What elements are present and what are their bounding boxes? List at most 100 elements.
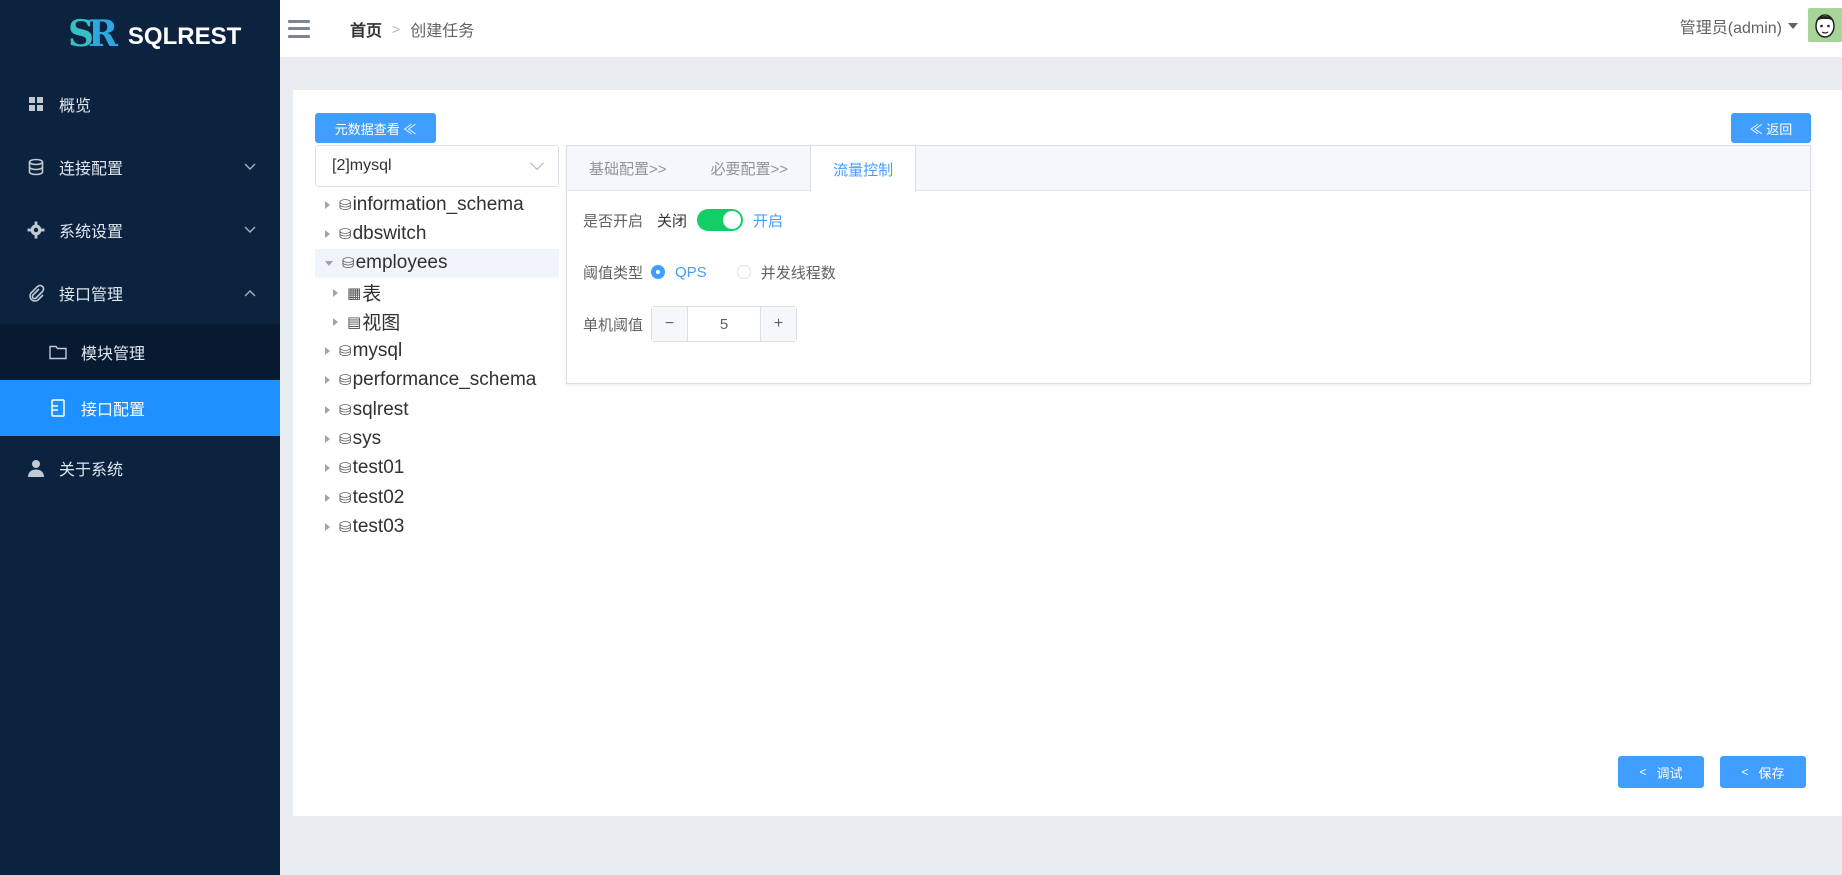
- caret-right-icon: [325, 229, 330, 238]
- enable-row: 是否开启 关闭 开启: [583, 194, 1810, 246]
- caret-right-icon: [325, 493, 330, 502]
- tree-node-label: information_schema: [352, 193, 524, 215]
- decrement-button[interactable]: −: [652, 307, 688, 341]
- sidebar: SR SQLREST 概览 连接配置 系统设置 接口管理 模块管理 接口配置 关…: [0, 0, 280, 875]
- user-menu[interactable]: 管理员(admin): [1680, 14, 1798, 38]
- sidebar-item-connection[interactable]: 连接配置: [0, 135, 280, 198]
- schema-tree: ⛁ information_schema ⛁ dbswitch ⛁ employees…: [315, 190, 559, 542]
- paperclip-icon: [26, 283, 46, 303]
- sidebar-item-label: 关于系统: [59, 461, 124, 479]
- radio-qps[interactable]: QPS: [651, 264, 707, 281]
- database-icon: [26, 157, 46, 177]
- chevron-down-icon: [244, 160, 256, 174]
- caret-down-icon: [325, 260, 333, 266]
- database-icon: ⛁: [339, 225, 352, 243]
- tree-node[interactable]: ▦ 表: [315, 278, 559, 307]
- tree-node[interactable]: ⛁ sys: [315, 424, 559, 453]
- tree-node-label: dbswitch: [352, 222, 427, 244]
- tree-node[interactable]: ▤ 视图: [315, 307, 559, 336]
- tree-node-label: 表: [362, 284, 382, 306]
- grid-icon: [26, 94, 46, 114]
- sidebar-item-settings[interactable]: 系统设置: [0, 198, 280, 261]
- tree-node-label: sqlrest: [352, 398, 409, 420]
- breadcrumb-home[interactable]: 首页: [350, 17, 382, 41]
- sidebar-item-label: 连接配置: [59, 160, 124, 178]
- app-name: SQLREST: [127, 23, 242, 50]
- tree-node[interactable]: ⛁ employees: [315, 248, 559, 278]
- tree-node-label: 视图: [362, 313, 401, 335]
- threshold-label: 单机阈值: [583, 316, 644, 334]
- chevron-left-icon: <: [1639, 765, 1647, 779]
- increment-button[interactable]: +: [760, 307, 796, 341]
- caret-right-icon: [325, 376, 330, 385]
- threshold-stepper: − 5 +: [651, 306, 797, 342]
- tree-node[interactable]: ⛁ test01: [315, 454, 559, 483]
- document-icon: [48, 399, 68, 417]
- radio-threads-label: 并发线程数: [760, 264, 836, 282]
- tab-required-config[interactable]: 必要配置>>: [689, 146, 811, 191]
- caret-right-icon: [325, 464, 330, 473]
- sidebar-item-api-config[interactable]: 接口配置: [0, 380, 280, 436]
- save-button[interactable]: < 保存: [1720, 756, 1806, 788]
- tree-node[interactable]: ⛁ test02: [315, 483, 559, 512]
- enable-switch[interactable]: [697, 209, 744, 231]
- tree-node[interactable]: ⛁ sqlrest: [315, 395, 559, 424]
- sidebar-item-module[interactable]: 模块管理: [0, 324, 280, 380]
- tree-node[interactable]: ⛁ test03: [315, 512, 559, 541]
- sidebar-menu: 概览 连接配置 系统设置 接口管理 模块管理 接口配置 关于系统: [0, 72, 280, 499]
- sidebar-submenu: 模块管理 接口配置: [0, 324, 280, 436]
- flow-control-form: 是否开启 关闭 开启 阈值类型 QPS 并发线程数 单机阈值 − 5 +: [567, 194, 1810, 350]
- threshold-type-label: 阈值类型: [583, 264, 644, 282]
- sidebar-item-label: 概览: [59, 97, 92, 115]
- tree-node[interactable]: ⛁ dbswitch: [315, 219, 559, 248]
- avatar[interactable]: [1808, 8, 1842, 42]
- debug-button[interactable]: < 调试: [1618, 756, 1704, 788]
- radio-qps-label: QPS: [675, 263, 707, 281]
- radio-dot: [736, 265, 751, 279]
- threshold-row: 单机阈值 − 5 +: [583, 298, 1810, 350]
- caret-right-icon: [325, 347, 330, 356]
- database-icon: ⛁: [339, 401, 352, 419]
- sidebar-item-overview[interactable]: 概览: [0, 72, 280, 135]
- tree-node[interactable]: ⛁ mysql: [315, 336, 559, 365]
- metadata-view-button[interactable]: 元数据查看 ≪: [315, 113, 436, 143]
- database-icon: ⛁: [339, 372, 352, 390]
- sidebar-item-label: 接口配置: [81, 402, 146, 419]
- database-icon: ⛁: [339, 518, 352, 536]
- chevron-up-icon: [244, 286, 256, 300]
- sidebar-item-label: 模块管理: [81, 346, 146, 363]
- database-icon: ⛁: [339, 460, 352, 478]
- radio-dot: [651, 265, 665, 279]
- radio-threads[interactable]: 并发线程数: [736, 262, 836, 283]
- menu-toggle-icon[interactable]: [288, 19, 310, 38]
- top-header: 首页 > 创建任务 管理员(admin): [280, 0, 1842, 57]
- tab-bar: 基础配置>> 必要配置>> 流量控制: [567, 146, 1810, 192]
- table-icon: ▦: [347, 284, 362, 302]
- switch-on-text: 开启: [753, 212, 784, 230]
- threshold-input[interactable]: 5: [688, 307, 760, 341]
- tab-flow-control[interactable]: 流量控制: [810, 146, 917, 192]
- user-icon: [26, 458, 46, 478]
- datasource-selected: [2]mysql: [332, 157, 392, 174]
- datasource-select[interactable]: [2]mysql: [315, 145, 559, 187]
- tree-node[interactable]: ⛁ performance_schema: [315, 366, 559, 395]
- tree-node-label: mysql: [352, 340, 403, 362]
- sidebar-item-label: 接口管理: [59, 286, 124, 304]
- breadcrumb-current: 创建任务: [410, 22, 475, 40]
- gear-icon: [26, 220, 46, 240]
- database-icon: ⛁: [342, 255, 355, 273]
- tree-node-label: sys: [352, 428, 382, 450]
- caret-right-icon: [325, 522, 330, 531]
- tree-node[interactable]: ⛁ information_schema: [315, 190, 559, 219]
- sidebar-item-api-management[interactable]: 接口管理: [0, 261, 280, 324]
- logo: SR SQLREST: [0, 0, 280, 68]
- tab-basic-config[interactable]: 基础配置>>: [567, 146, 689, 191]
- caret-right-icon: [325, 200, 330, 209]
- save-label: 保存: [1758, 765, 1785, 781]
- back-button[interactable]: ≪ 返回: [1731, 113, 1811, 143]
- view-icon: ▤: [347, 313, 362, 331]
- caret-right-icon: [333, 317, 338, 326]
- database-icon: ⛁: [339, 196, 352, 214]
- sidebar-item-about[interactable]: 关于系统: [0, 436, 280, 499]
- caret-right-icon: [333, 288, 338, 297]
